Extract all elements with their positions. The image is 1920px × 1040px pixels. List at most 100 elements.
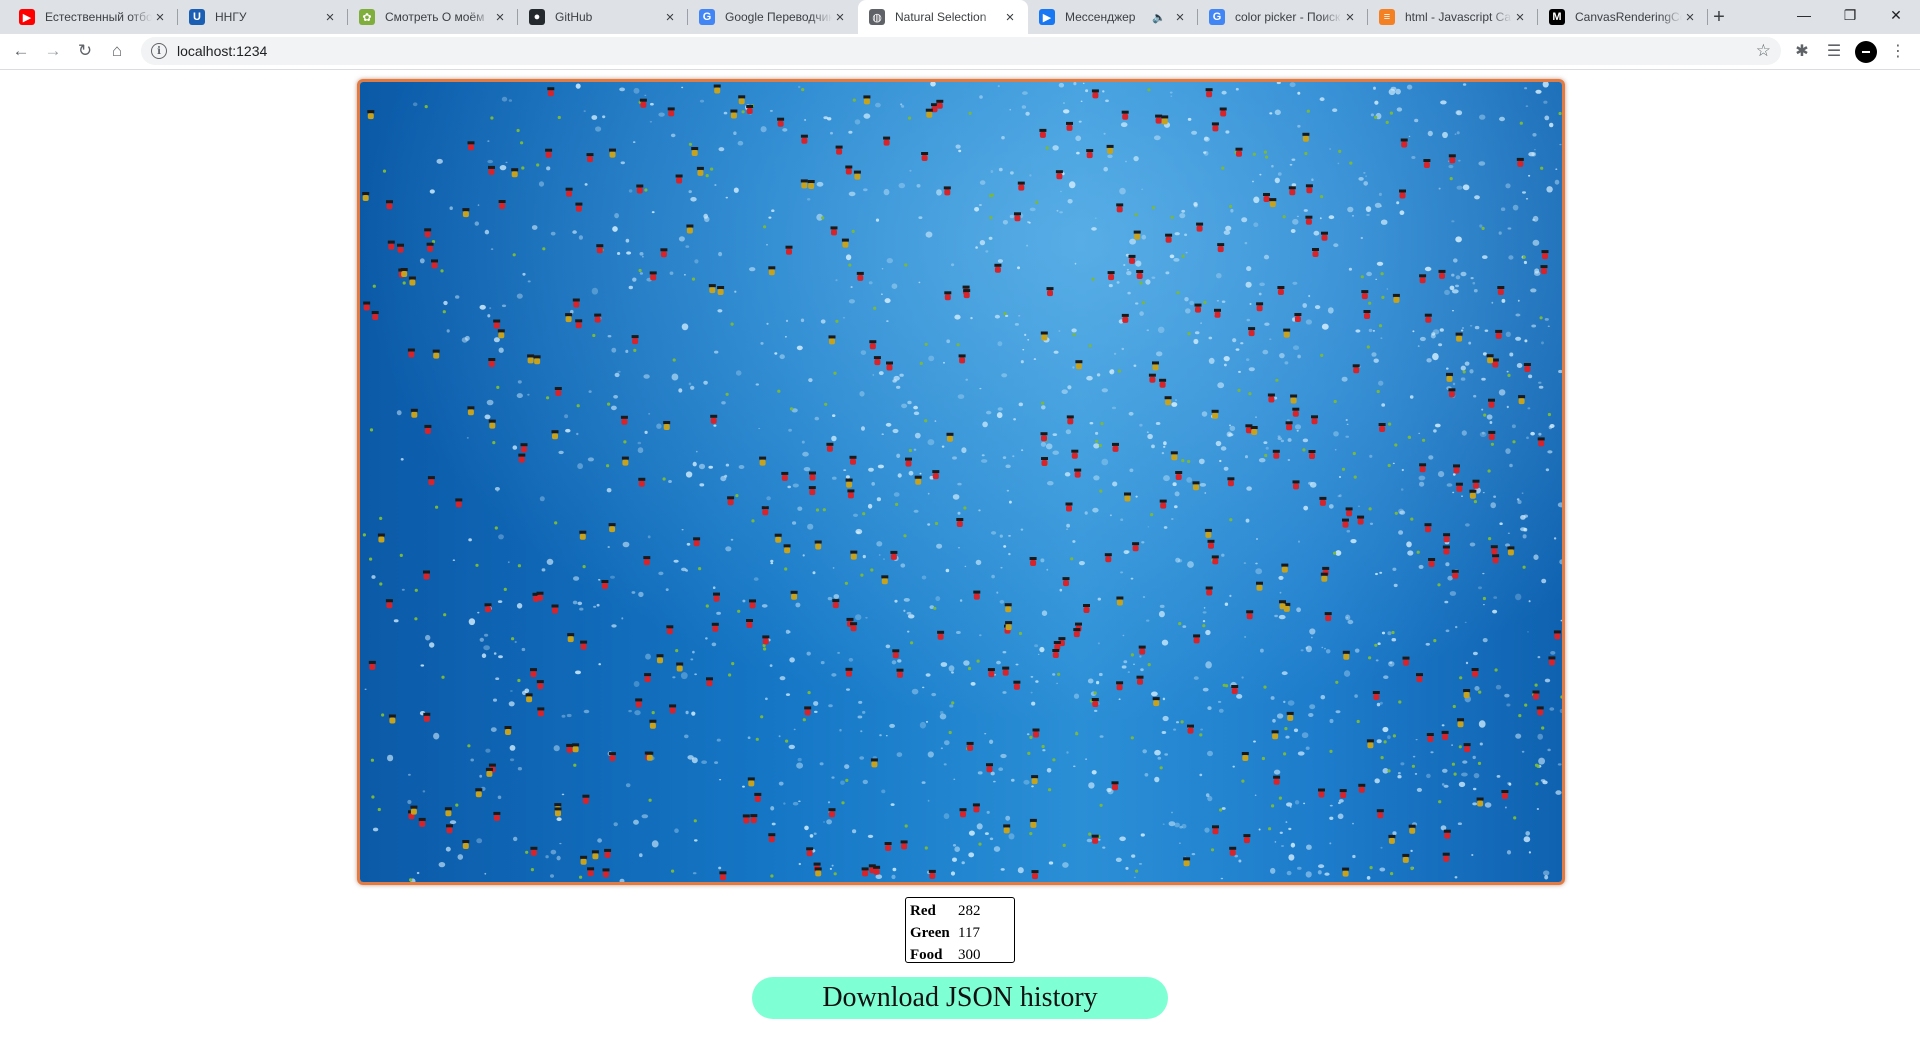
close-tab-icon[interactable]: × [322,9,338,26]
back-button[interactable]: ← [7,37,35,65]
bubble [1120,571,1124,574]
home-button[interactable]: ⌂ [103,37,131,65]
red-creature [1211,122,1219,132]
bubble [1096,373,1101,377]
red-creature [1352,364,1360,374]
bubble [1325,649,1331,654]
browser-tab[interactable]: ✿ Смотреть О моём × [348,0,518,34]
forward-button[interactable]: → [39,37,67,65]
address-bar[interactable]: i localhost:1234 ☆ [141,37,1781,65]
bubble [979,240,986,246]
bubble [1375,659,1379,662]
bubble [1380,846,1383,849]
bubble [1308,713,1314,717]
close-tab-icon[interactable]: × [832,9,848,26]
extensions-button[interactable]: ✱ [1788,37,1816,65]
restore-button[interactable]: ❐ [1827,0,1873,30]
profile-avatar[interactable] [1855,41,1877,63]
bubble [1456,110,1463,116]
red-creature [1540,265,1548,275]
close-tab-icon[interactable]: × [1512,9,1528,26]
bubble [527,280,531,283]
red-creature [587,867,595,877]
bubble [498,347,504,353]
new-tab-button[interactable]: + [1706,4,1732,30]
close-tab-icon[interactable]: × [1342,9,1358,26]
browser-tab[interactable]: U ННГУ × [178,0,348,34]
bubble [1107,154,1113,159]
red-creature [488,165,495,175]
bubble [919,472,922,475]
food-pellet [1241,779,1245,783]
browser-tab[interactable]: ◍ Natural Selection × [858,0,1028,34]
green-creature [768,266,776,276]
reload-button[interactable]: ↻ [71,37,99,65]
food-pellet [441,675,445,679]
red-creature [804,706,812,716]
bubble [1482,352,1487,356]
bubble [1101,458,1109,466]
food-pellet [1366,345,1370,349]
red-creature [847,489,855,499]
bubble [1241,217,1248,223]
bubble [685,569,688,572]
red-creature [768,833,776,843]
browser-tab[interactable]: M CanvasRenderingCo × [1538,0,1708,34]
bubble [490,727,497,732]
bubble [945,568,950,573]
bubble [1076,151,1080,155]
food-pellet [503,587,507,591]
browser-tab[interactable]: ≡ html - Javascript Ca × [1368,0,1538,34]
red-creature [1039,128,1047,138]
bubble [891,660,897,665]
bubble [1381,403,1386,407]
bubble [766,243,768,246]
minimize-button[interactable]: — [1781,0,1827,30]
food-pellet [1150,513,1154,517]
food-pellet [705,604,709,608]
bubble [1205,793,1210,797]
speaker-icon[interactable]: 🔈 [1152,11,1166,24]
close-tab-icon[interactable]: × [1682,9,1698,26]
food-pellet [1229,518,1233,522]
browser-tab[interactable]: ▶ Мессенджер 🔈 × [1028,0,1198,34]
browser-tab[interactable]: ▶ Естественный отбор × [8,0,178,34]
browser-tab[interactable]: G Google Переводчик × [688,0,858,34]
url-text[interactable]: localhost:1234 [177,43,267,59]
red-creature [1541,250,1549,260]
bubble [1288,854,1295,861]
bubble [1003,545,1007,548]
bubble [793,728,796,731]
bubble [1557,763,1562,766]
food-pellet [1473,500,1477,504]
close-tab-icon[interactable]: × [152,9,168,26]
food-pellet [1333,551,1337,555]
green-creature [1152,697,1160,707]
bubble [1270,867,1276,874]
red-creature [1272,449,1280,459]
bookmark-star-icon[interactable]: ☆ [1756,41,1771,61]
food-pellet [1320,353,1324,357]
close-tab-icon[interactable]: × [1002,9,1018,26]
browser-tab[interactable]: Gcolor picker - Поиск × [1198,0,1368,34]
food-pellet [1341,467,1346,471]
menu-button[interactable]: ⋮ [1884,37,1912,65]
food-pellet [1437,583,1441,587]
bubble [1120,122,1128,128]
close-window-button[interactable]: ✕ [1873,0,1919,30]
food-pellet [1387,463,1391,468]
bubble [400,458,404,461]
simulation-canvas[interactable] [360,82,1562,882]
close-tab-icon[interactable]: × [1172,9,1188,26]
browser-tab[interactable]: ● GitHub × [518,0,688,34]
food-pellet [490,116,494,120]
close-tab-icon[interactable]: × [662,9,678,26]
bubble [984,733,987,735]
download-json-button[interactable]: Download JSON history [752,977,1168,1019]
bubble [931,692,937,697]
media-control-button[interactable]: ☰ [1820,37,1848,65]
site-info-icon[interactable]: i [151,43,167,59]
bubble [1371,352,1377,357]
food-pellet [1041,401,1045,405]
close-tab-icon[interactable]: × [492,9,508,26]
